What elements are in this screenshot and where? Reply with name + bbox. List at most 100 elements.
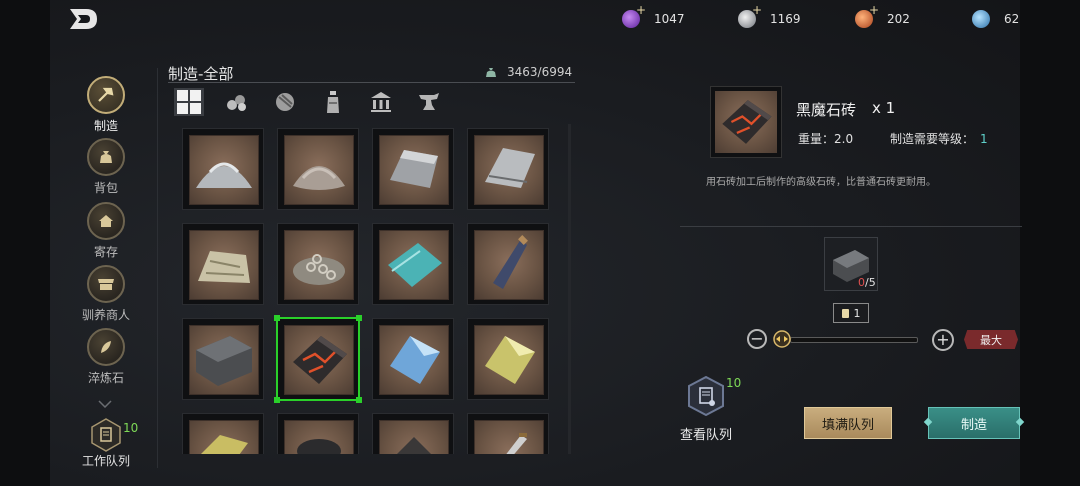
sidebar-item-label: 背包 (93, 181, 118, 195)
sidebar-work-queue[interactable]: 10 工作队列 (70, 418, 142, 469)
item-iron-brick[interactable] (182, 318, 264, 400)
queue-count-badge: 10 (123, 421, 139, 435)
max-button[interactable]: 最大 (964, 330, 1018, 349)
view-queue-button[interactable]: 10 查看队列 (676, 375, 741, 443)
sidebar-item-label: 淬炼石 (87, 371, 124, 385)
item-salt-pile[interactable] (182, 128, 264, 210)
stall-icon (87, 265, 125, 303)
item-blue-crystal[interactable] (372, 318, 454, 400)
capacity-value: 3463/6994 (507, 65, 573, 79)
item-dagger[interactable] (467, 413, 549, 454)
silver-coin-icon: + (738, 4, 762, 28)
currency-orange[interactable]: + 202 (855, 4, 910, 30)
item-image (284, 135, 354, 205)
craft-button[interactable]: 制造 (928, 407, 1020, 439)
tab-smithing[interactable] (414, 88, 444, 116)
item-image (189, 420, 259, 454)
quantity-slider[interactable] (790, 337, 918, 343)
currency-value: 202 (887, 12, 910, 26)
item-image (284, 325, 354, 395)
detail-divider (680, 226, 1022, 227)
craft-quantity: 1 (833, 303, 869, 323)
logs-icon (227, 95, 246, 111)
view-queue-label: 查看队列 (679, 428, 732, 443)
sidebar-item-merchant[interactable]: 驯养商人 (70, 265, 142, 323)
panel-divider (168, 82, 575, 83)
tab-ore[interactable] (270, 88, 300, 116)
item-image (474, 135, 544, 205)
anvil-icon (419, 93, 439, 110)
item-image (189, 325, 259, 395)
tab-building[interactable] (366, 88, 396, 116)
queue-count-badge: 10 (726, 376, 742, 390)
sidebar-item-bag[interactable]: 背包 (70, 138, 142, 196)
currency-value: 1047 (654, 12, 685, 26)
tab-all[interactable] (174, 88, 204, 116)
potion-icon (327, 91, 339, 113)
house-icon (87, 202, 125, 240)
item-teal-plates[interactable] (372, 223, 454, 305)
item-image (379, 420, 449, 454)
sidebar-item-storage[interactable]: 寄存 (70, 202, 142, 260)
purple-gem-icon: + (622, 4, 646, 28)
sidebar-item-label: 制造 (93, 119, 118, 133)
fill-queue-button[interactable]: 填满队列 (804, 407, 892, 439)
item-grid (178, 124, 558, 454)
item-quantity: x 1 (872, 99, 896, 117)
decrease-button[interactable]: − (747, 329, 767, 349)
item-yellow-crystal[interactable] (467, 318, 549, 400)
queue-hex-icon (90, 418, 122, 452)
item-image (379, 230, 449, 300)
slider-knob-icon (773, 330, 791, 348)
tab-potion[interactable] (318, 88, 348, 116)
grid-scrollbar[interactable] (568, 124, 571, 454)
sidebar-item-label: 寄存 (93, 245, 118, 259)
selection-corner (274, 397, 280, 403)
plus-icon: + (635, 3, 646, 17)
hammer-icon (87, 76, 125, 114)
currency-purple[interactable]: + 1047 (622, 4, 685, 30)
item-image (715, 91, 777, 153)
item-silver-ingot[interactable] (372, 128, 454, 210)
tab-wood[interactable] (222, 88, 252, 116)
item-description: 用石砖加工后制作的高级石砖，比普通石砖更耐用。 (706, 177, 936, 188)
item-weight: 重量：2.0 (798, 132, 854, 146)
item-chain-pile[interactable] (277, 223, 359, 305)
category-tabs (174, 88, 462, 118)
item-image (474, 230, 544, 300)
feather-icon (87, 328, 125, 366)
item-image (189, 230, 259, 300)
weight-icon (486, 67, 496, 77)
slider-handle[interactable] (771, 330, 793, 348)
item-dark-vial[interactable] (467, 223, 549, 305)
back-button[interactable] (66, 6, 100, 32)
sidebar-item-refine-stone[interactable]: 淬炼石 (70, 328, 142, 386)
currency-silver[interactable]: + 1169 (738, 4, 801, 30)
chevron-down-icon[interactable] (98, 393, 112, 412)
quantity-icon (841, 308, 849, 318)
item-black-magic-brick[interactable] (274, 315, 362, 403)
sidebar-item-label: 驯养商人 (81, 308, 130, 322)
sidebar-item-craft[interactable]: 制造 (70, 76, 142, 134)
blue-crystal-icon (972, 10, 990, 28)
orange-token-icon: + (855, 4, 879, 28)
minus-icon: − (750, 329, 764, 348)
ore-icon (276, 93, 294, 111)
item-metal-sheet[interactable] (467, 128, 549, 210)
item-image (284, 230, 354, 300)
item-image (284, 420, 354, 454)
item-gold-bar[interactable] (182, 413, 264, 454)
item-powder-pile[interactable] (277, 128, 359, 210)
item-coal-pile[interactable] (277, 413, 359, 454)
item-dark-ore[interactable] (372, 413, 454, 454)
quantity-value: 1 (853, 306, 861, 320)
sidebar-item-label: 工作队列 (81, 454, 130, 468)
currency-blue[interactable]: 62 (972, 8, 1019, 30)
grid-icon (177, 90, 201, 114)
increase-button[interactable]: + (932, 329, 954, 351)
back-arrow-icon (70, 9, 97, 29)
item-cloth-pile[interactable] (182, 223, 264, 305)
item-image (379, 135, 449, 205)
sidebar-divider (157, 68, 158, 468)
item-image (474, 420, 544, 454)
